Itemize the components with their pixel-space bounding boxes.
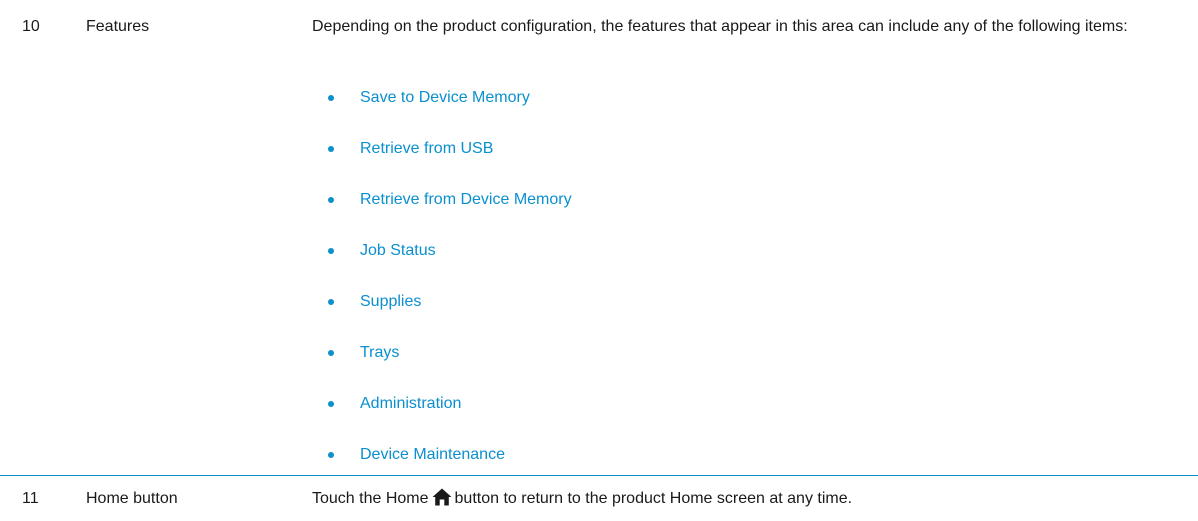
bullet-icon	[328, 95, 334, 101]
table-row-11: 11 Home button Touch the Home button to r…	[0, 475, 1198, 521]
feature-description: Touch the Home button to return to the pr…	[312, 488, 1182, 513]
table-row-10: 10 Features Depending on the product con…	[0, 0, 1198, 475]
description-text-after: button to return to the product Home scr…	[454, 490, 853, 507]
callout-number: 10	[22, 18, 40, 35]
feature-link-administration[interactable]: Administration	[360, 393, 461, 415]
feature-name: Features	[86, 18, 150, 35]
bullet-icon	[328, 299, 334, 305]
feature-link-save-to-device-memory[interactable]: Save to Device Memory	[360, 87, 530, 109]
feature-link-job-status[interactable]: Job Status	[360, 240, 436, 262]
feature-link-retrieve-from-usb[interactable]: Retrieve from USB	[360, 138, 493, 160]
description-text-before: Touch the Home	[312, 490, 429, 507]
bullet-icon	[328, 248, 334, 254]
feature-link-retrieve-from-device-memory[interactable]: Retrieve from Device Memory	[360, 189, 572, 211]
home-icon	[432, 488, 452, 513]
bullet-icon	[328, 350, 334, 356]
feature-link-device-maintenance[interactable]: Device Maintenance	[360, 444, 505, 466]
bullet-icon	[328, 452, 334, 458]
bullet-icon	[328, 146, 334, 152]
bullet-icon	[328, 197, 334, 203]
callout-number: 11	[22, 490, 39, 507]
bullet-icon	[328, 401, 334, 407]
feature-link-supplies[interactable]: Supplies	[360, 291, 421, 313]
feature-link-trays[interactable]: Trays	[360, 342, 399, 364]
feature-description: Depending on the product configuration, …	[312, 18, 1128, 35]
feature-name: Home button	[86, 490, 178, 507]
